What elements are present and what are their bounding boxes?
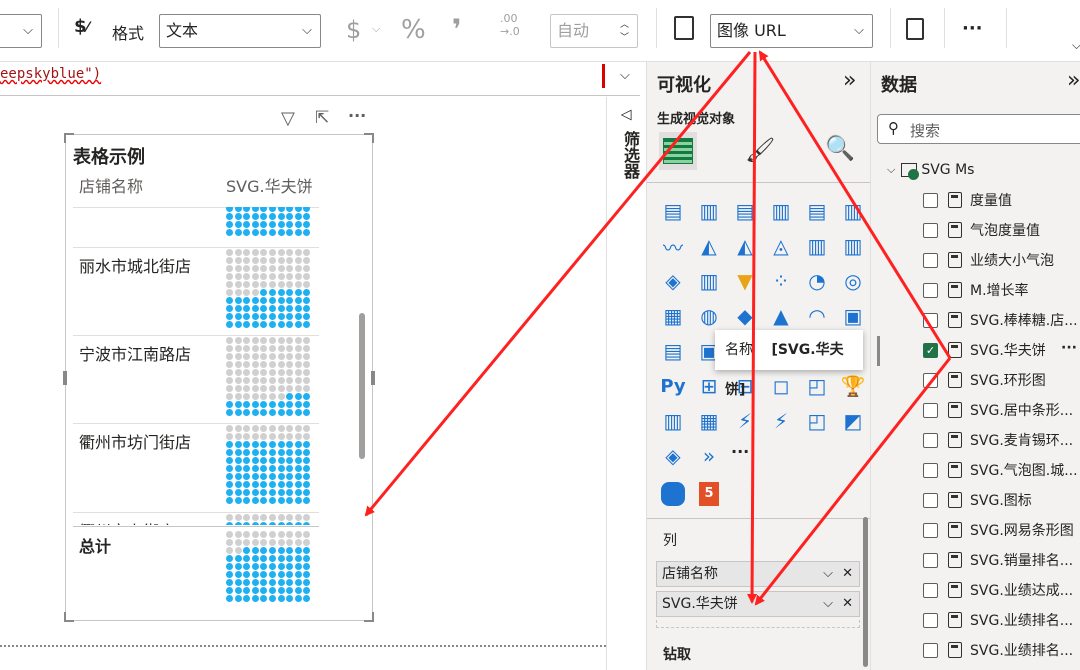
annotation-arrows bbox=[364, 50, 952, 606]
arrow-to-data-category bbox=[758, 50, 952, 359]
arrow-to-well-item-2 bbox=[754, 357, 952, 606]
arrow-to-well-item bbox=[747, 51, 758, 604]
arrow-to-visual bbox=[364, 51, 752, 517]
